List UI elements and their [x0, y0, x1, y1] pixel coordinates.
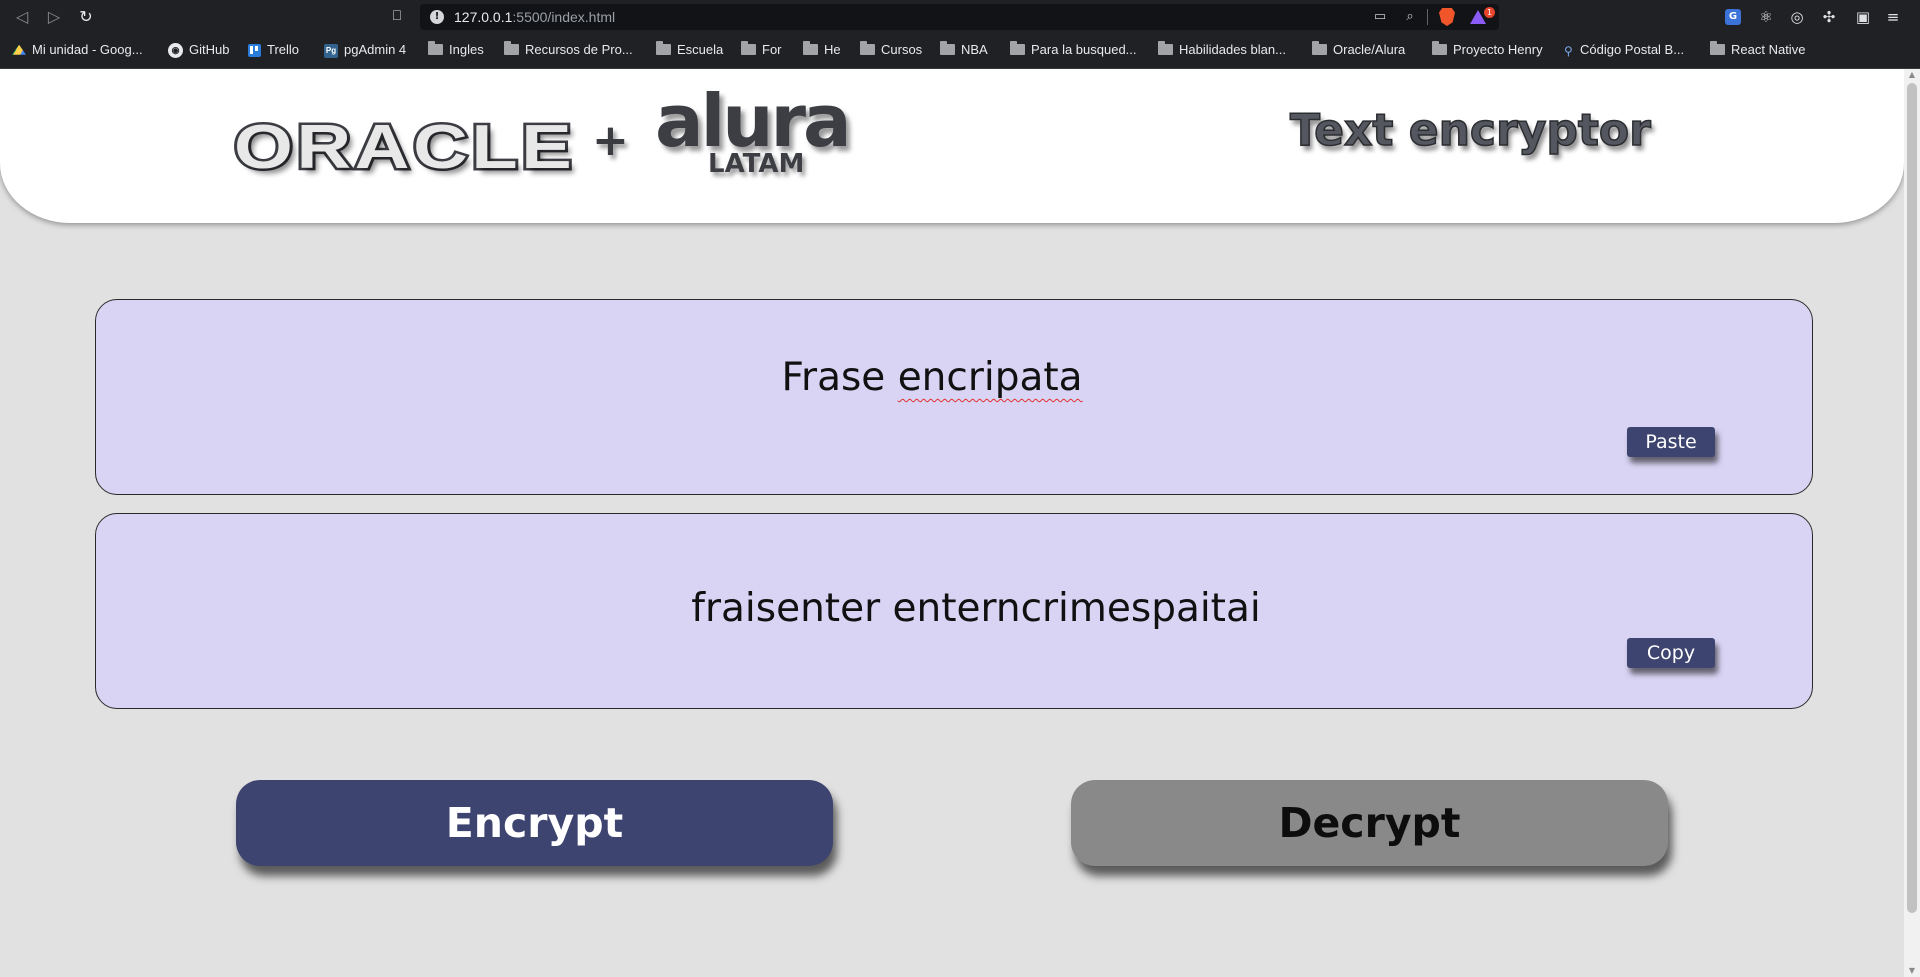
bookmark-label: pgAdmin 4 [344, 42, 407, 57]
bookmark-page-icon[interactable]: ⎕ [390, 6, 404, 26]
bookmark-label: Habilidades blan... [1179, 42, 1286, 57]
bookmark-item[interactable]: He [803, 33, 841, 67]
bookmark-label: Cursos [881, 42, 923, 57]
bookmark-label: Mi unidad - Goog... [32, 42, 143, 57]
site-info-icon[interactable]: ! [430, 10, 444, 24]
bookmark-label: NBA [961, 42, 988, 57]
bookmark-label: GitHub [189, 42, 230, 57]
bookmark-label: Trello [267, 42, 300, 57]
brave-shields-icon[interactable] [1439, 8, 1455, 26]
rewards-badge: 1 [1484, 7, 1495, 18]
folder-icon [1010, 41, 1025, 56]
pgadmin-icon: Pg [324, 43, 338, 58]
trello-icon [248, 44, 261, 58]
bookmark-label: Para la busqued... [1031, 42, 1137, 57]
bookmark-label: For [762, 42, 782, 57]
bookmark-item[interactable]: Trello [248, 33, 299, 67]
bookmark-item[interactable]: Escuela [656, 33, 723, 67]
input-text[interactable]: Frase encripata [74, 358, 1790, 397]
folder-icon [1432, 41, 1447, 56]
folder-icon [741, 41, 756, 56]
misspelled-word: encripata [897, 355, 1083, 400]
bookmark-item[interactable]: NBA [940, 33, 988, 67]
folder-icon [504, 41, 519, 56]
output-text[interactable]: fraisenter enterncrimespaitai [118, 589, 1834, 628]
wallet-icon[interactable]: ▣ [1852, 6, 1874, 28]
folder-icon [860, 41, 875, 56]
bookmark-label: Ingles [449, 42, 484, 57]
vertical-scrollbar[interactable]: ▲ ▼ [1904, 69, 1920, 977]
bookmark-item[interactable]: ◉ GitHub [168, 33, 229, 67]
folder-icon [803, 41, 818, 56]
omnibox-divider [1427, 9, 1428, 25]
bookmark-label: He [824, 42, 841, 57]
bookmark-item[interactable]: ⚲ Código Postal B... [1564, 33, 1684, 67]
folder-icon [1158, 41, 1173, 56]
bookmark-item[interactable]: Habilidades blan... [1158, 33, 1286, 67]
oracle-logo: ORACLE [231, 113, 576, 182]
bookmark-item[interactable]: Oracle/Alura [1312, 33, 1405, 67]
page-header: ORACLE + alura LATAM Text encryptor [0, 69, 1904, 223]
bookmark-item[interactable]: Ingles [428, 33, 484, 67]
bookmark-label: Oracle/Alura [1333, 42, 1406, 57]
alura-logo: alura [655, 79, 852, 163]
forward-arrow-icon[interactable]: ▷ [43, 6, 65, 28]
clipboard-icon[interactable]: ▭ [1371, 8, 1389, 26]
copy-button[interactable]: Copy [1627, 638, 1715, 668]
logo-plus-sign: + [592, 115, 629, 166]
bookmark-label: React Native [1731, 42, 1806, 57]
bookmark-item[interactable]: Pg pgAdmin 4 [324, 33, 406, 67]
back-arrow-icon[interactable]: ◁ [11, 6, 33, 28]
bookmark-item[interactable]: Recursos de Pro... [504, 33, 633, 67]
translate-extension-icon[interactable]: G [1725, 9, 1741, 25]
input-text-word: Frase [781, 355, 898, 400]
folder-icon [428, 41, 443, 56]
browser-toolbar: ◁ ▷ ↻ ⎕ ! 127.0.0.1:5500/index.html ▭ ⌕ … [0, 0, 1920, 33]
google-drive-icon [12, 44, 26, 55]
folder-icon [940, 41, 955, 56]
bookmark-label: Escuela [677, 42, 724, 57]
extension-circle-icon[interactable]: ◎ [1786, 6, 1808, 28]
scroll-down-icon[interactable]: ▼ [1904, 965, 1920, 977]
url-text[interactable]: 127.0.0.1:5500/index.html [454, 4, 615, 30]
bookmark-item[interactable]: Para la busqued... [1010, 33, 1137, 67]
page-viewport: ORACLE + alura LATAM Text encryptor Fras… [0, 69, 1904, 977]
map-pin-icon: ⚲ [1564, 43, 1573, 58]
extensions-puzzle-icon[interactable]: ✣ [1818, 6, 1840, 28]
input-text-area[interactable]: Frase encripata Paste [95, 299, 1813, 495]
bookmark-item[interactable]: React Native [1710, 33, 1805, 67]
paste-button[interactable]: Paste [1627, 427, 1715, 457]
decrypt-button[interactable]: Decrypt [1071, 780, 1668, 866]
url-host: 127.0.0.1 [454, 9, 513, 25]
alura-latam-label: LATAM [708, 149, 805, 179]
bookmark-item[interactable]: Mi unidad - Goog... [12, 33, 143, 67]
bookmark-item[interactable]: Proyecto Henry [1432, 33, 1543, 67]
reload-icon[interactable]: ↻ [75, 6, 97, 28]
bookmark-label: Recursos de Pro... [525, 42, 633, 57]
scrollbar-thumb[interactable] [1907, 83, 1917, 913]
url-path: :5500/index.html [512, 9, 616, 25]
scroll-up-icon[interactable]: ▲ [1904, 69, 1920, 81]
page-title: Text encryptor [1289, 105, 1651, 156]
menu-icon[interactable]: ≡ [1882, 6, 1904, 28]
bookmarks-bar: Mi unidad - Goog... ◉ GitHub Trello Pg pgAdmi… [0, 33, 1920, 69]
zoom-icon[interactable]: ⌕ [1401, 8, 1419, 26]
github-icon: ◉ [168, 43, 183, 59]
output-text-area[interactable]: fraisenter enterncrimespaitai Copy [95, 513, 1813, 709]
bookmark-label: Proyecto Henry [1453, 42, 1543, 57]
folder-icon [1710, 41, 1725, 56]
bookmark-item[interactable]: Cursos [860, 33, 922, 67]
bookmark-label: Código Postal B... [1580, 42, 1685, 57]
react-devtools-icon[interactable]: ⚛ [1755, 6, 1777, 28]
folder-icon [656, 41, 671, 56]
bookmark-item[interactable]: For [741, 33, 782, 67]
folder-icon [1312, 41, 1327, 56]
encrypt-button[interactable]: Encrypt [236, 780, 833, 866]
address-bar[interactable]: ! 127.0.0.1:5500/index.html ▭ ⌕ 1 [420, 4, 1499, 30]
